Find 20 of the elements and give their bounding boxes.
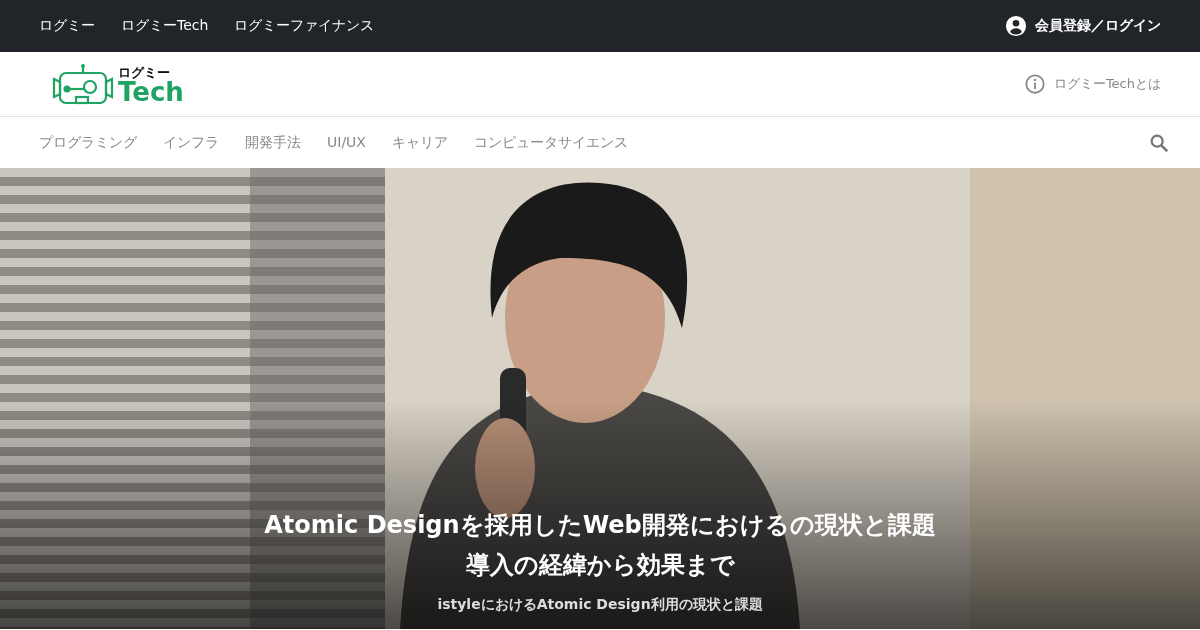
logo-text: Tech: [118, 79, 184, 105]
category-tab[interactable]: キャリア: [391, 133, 448, 152]
category-tab[interactable]: UI/UX: [327, 133, 366, 152]
category-tab[interactable]: プログラミング: [39, 133, 137, 152]
about-link[interactable]: ログミーTechとは: [1023, 73, 1161, 95]
account-icon: [1005, 15, 1027, 37]
category-tab[interactable]: 開発手法: [245, 133, 301, 152]
logo-subtext: ログミー: [118, 66, 171, 79]
site-link[interactable]: ログミーTech: [121, 17, 209, 35]
site-link[interactable]: ログミー: [39, 17, 95, 35]
login-link[interactable]: 会員登録／ログイン: [1005, 15, 1161, 37]
category-tab[interactable]: インフラ: [163, 133, 219, 152]
site-logo[interactable]: ログミー Tech: [52, 63, 184, 105]
info-icon: [1023, 73, 1046, 95]
article-title: 導入の経緯から効果まで: [465, 550, 735, 581]
article-subtitle: istyleにおけるAtomic Design利用の現状と課題: [437, 596, 763, 614]
site-link[interactable]: ログミーファイナンス: [234, 17, 375, 35]
robot-icon: [52, 63, 114, 105]
category-tab[interactable]: コンピュータサイエンス: [473, 133, 628, 152]
article-title: Atomic Designを採用したWeb開発におけるの現状と課題: [264, 510, 936, 541]
